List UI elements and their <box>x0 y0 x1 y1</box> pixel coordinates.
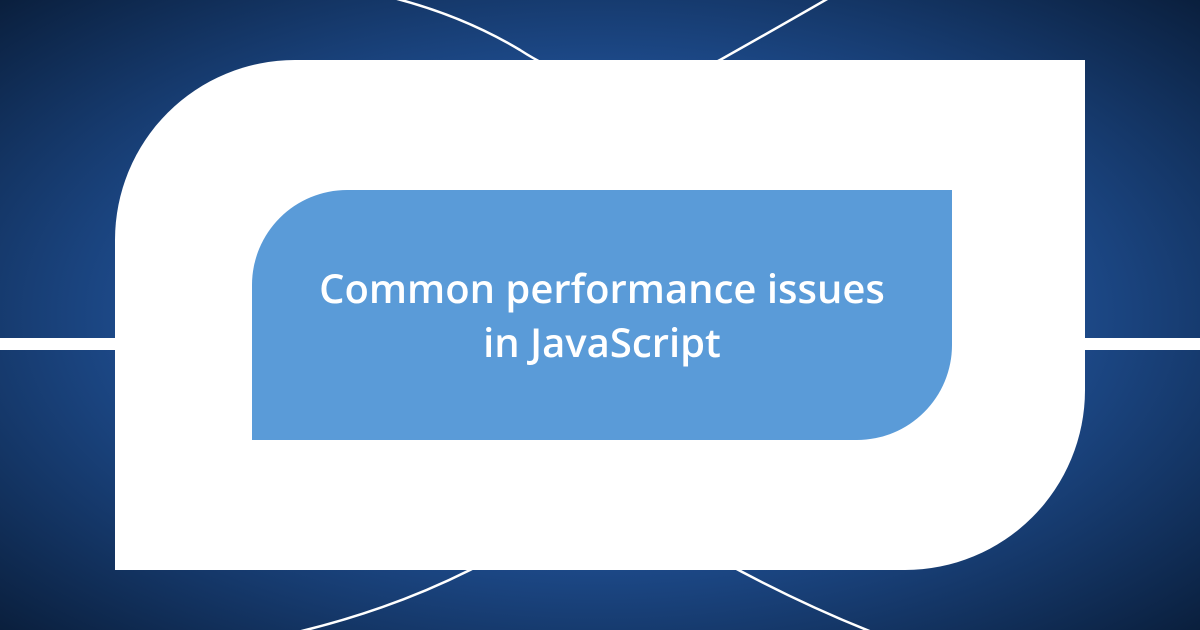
inner-card-shape: Common performance issues in JavaScript <box>252 190 952 440</box>
horizontal-accent-left <box>0 338 120 350</box>
card-title: Common performance issues in JavaScript <box>312 261 892 369</box>
horizontal-accent-right <box>1080 338 1200 350</box>
